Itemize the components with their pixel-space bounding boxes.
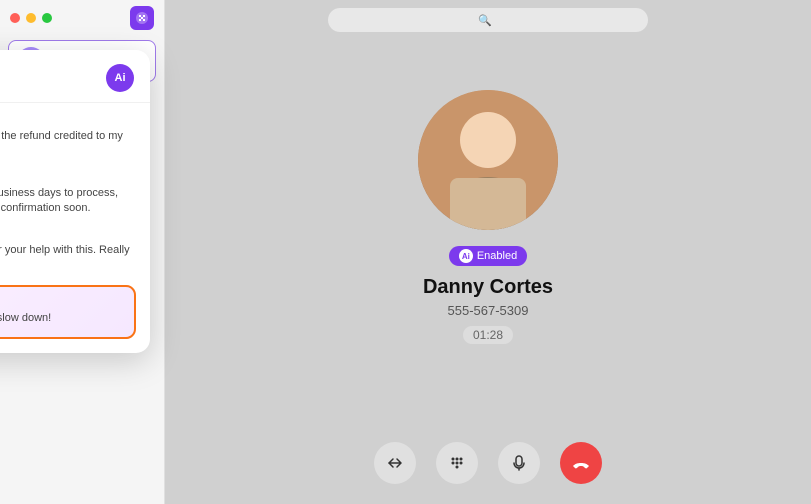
- ai-icon-label: Ai: [115, 72, 126, 84]
- transcript-sender-2: Claudia Aguirre: [0, 172, 136, 184]
- transcript-content-2: Claudia Aguirre Refunds take between 3-5…: [0, 172, 136, 217]
- transcript-list: Danny Cortes How long does it take to se…: [0, 103, 150, 285]
- transcript-sender-3: Danny Cortes: [0, 229, 136, 241]
- transcript-popup: Transcript Assists Ai Danny Co: [0, 50, 150, 353]
- contact-phone: 555-567-5309: [448, 303, 529, 318]
- maximize-dot[interactable]: [42, 13, 52, 23]
- end-call-button[interactable]: [560, 442, 602, 484]
- popup-ai-icon[interactable]: Ai: [106, 64, 134, 92]
- call-controls: [165, 442, 811, 484]
- ai-content: Dialpad Ai You're speaking too fast, slo…: [0, 297, 122, 326]
- call-duration-badge: 01:28: [463, 326, 513, 344]
- main-area: 📞 💬 📹 🔍 Transcript Assists Ai: [165, 0, 811, 504]
- close-dot[interactable]: [10, 13, 20, 23]
- transcript-item-3: Danny Cortes Amazing, thanks so much for…: [0, 229, 136, 274]
- dialpad-ai-message: Ai Dialpad Ai You're speaking too fast, …: [0, 285, 136, 338]
- transcript-sender-1: Danny Cortes: [0, 115, 136, 127]
- transfer-button[interactable]: [374, 442, 416, 484]
- transcript-item-1: Danny Cortes How long does it take to se…: [0, 115, 136, 160]
- transcript-content-1: Danny Cortes How long does it take to se…: [0, 115, 136, 160]
- ai-sender-name: Dialpad Ai: [0, 297, 122, 309]
- transcript-text-2: Refunds take between 3-5 business days t…: [0, 186, 136, 217]
- keypad-button[interactable]: [436, 442, 478, 484]
- transcript-item-2: Claudia Aguirre Refunds take between 3-5…: [0, 172, 136, 217]
- search-icon: 🔍: [478, 14, 492, 27]
- search-bar[interactable]: 🔍: [328, 8, 648, 32]
- contact-photo: [418, 90, 558, 230]
- ai-badge-inner: Ai: [462, 252, 470, 261]
- contact-name: Danny Cortes: [423, 276, 553, 299]
- contact-photo-inner: [418, 90, 558, 230]
- transcript-text-3: Amazing, thanks so much for your help wi…: [0, 243, 136, 274]
- transcript-content-3: Danny Cortes Amazing, thanks so much for…: [0, 229, 136, 274]
- minimize-dot[interactable]: [26, 13, 36, 23]
- call-screen: Transcript Assists Ai Danny Co: [165, 0, 811, 504]
- ai-badge-icon: Ai: [459, 249, 473, 263]
- ai-message-text: You're speaking too fast, slow down!: [0, 311, 122, 326]
- mute-button[interactable]: [498, 442, 540, 484]
- dialpad-logo: [130, 6, 154, 30]
- popup-tabs: Transcript Assists Ai: [0, 50, 150, 103]
- titlebar: [0, 0, 164, 36]
- transcript-text-1: How long does it take to see the refund …: [0, 129, 136, 160]
- contact-panel: Ai Enabled Danny Cortes 555-567-5309 01:…: [418, 40, 558, 344]
- contact-avatar-svg: [418, 90, 558, 230]
- enabled-badge: Ai Enabled: [449, 246, 527, 266]
- enabled-badge-label: Enabled: [477, 250, 517, 262]
